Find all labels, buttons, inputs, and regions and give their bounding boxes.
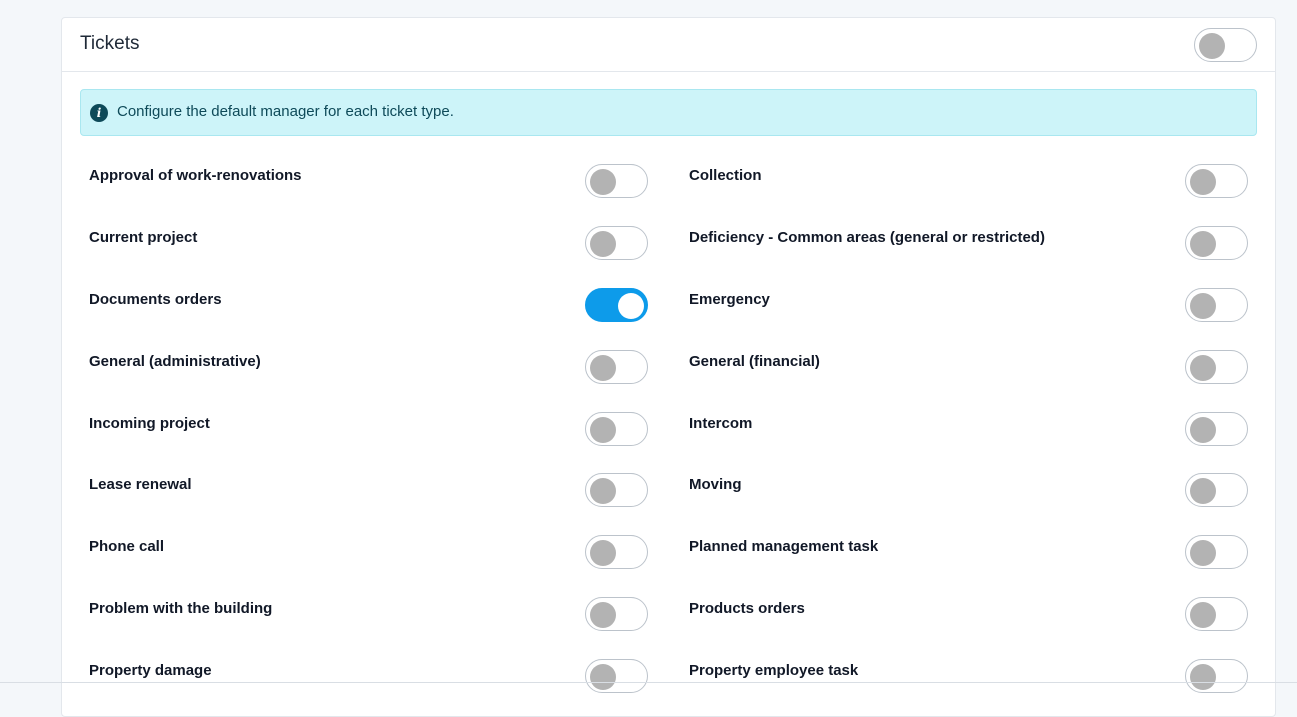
ticket-type-item: Deficiency - Common areas (general or re… bbox=[689, 210, 1289, 272]
ticket-type-item: Products orders bbox=[689, 581, 1289, 643]
ticket-type-row: Current project Deficiency - Common areas… bbox=[62, 210, 1275, 272]
ticket-type-label: Planned management task bbox=[689, 538, 879, 556]
ticket-type-label: Property employee task bbox=[689, 662, 859, 680]
ticket-type-toggle[interactable] bbox=[585, 659, 648, 694]
ticket-type-grid: Approval of work-renovations Collection Cu… bbox=[62, 148, 1275, 705]
toggle-knob bbox=[1190, 354, 1216, 381]
ticket-type-row: Lease renewal Moving bbox=[62, 457, 1275, 519]
ticket-type-label: Phone call bbox=[89, 538, 165, 556]
ticket-type-item: Property damage bbox=[89, 643, 689, 705]
toggle-knob bbox=[590, 169, 616, 195]
ticket-type-label: Incoming project bbox=[89, 414, 210, 432]
ticket-type-item: Planned management task bbox=[689, 519, 1289, 581]
alert-text: Configure the default manager for each t… bbox=[117, 103, 454, 120]
toggle-knob bbox=[618, 292, 644, 319]
ticket-type-label: Current project bbox=[89, 228, 198, 246]
ticket-type-toggle[interactable] bbox=[585, 411, 648, 446]
ticket-type-toggle[interactable] bbox=[1185, 287, 1248, 322]
ticket-type-toggle[interactable] bbox=[1185, 535, 1248, 570]
ticket-type-row: General (administrative) General (financi… bbox=[62, 334, 1275, 396]
ticket-type-label: Emergency bbox=[689, 290, 770, 308]
ticket-type-toggle[interactable] bbox=[585, 535, 648, 570]
ticket-type-toggle[interactable] bbox=[585, 349, 648, 384]
toggle-knob bbox=[590, 230, 616, 257]
ticket-type-item: Collection bbox=[689, 148, 1289, 210]
ticket-type-toggle[interactable] bbox=[1185, 225, 1248, 260]
toggle-knob bbox=[590, 602, 616, 629]
tickets-master-toggle[interactable] bbox=[1194, 28, 1257, 62]
card-title: Tickets bbox=[80, 33, 140, 54]
ticket-type-label: Property damage bbox=[89, 662, 212, 680]
ticket-type-item: Incoming project bbox=[89, 396, 689, 458]
ticket-type-item: General (financial) bbox=[689, 334, 1289, 396]
toggle-knob bbox=[590, 478, 616, 505]
toggle-knob bbox=[590, 416, 616, 443]
toggle-knob bbox=[1190, 169, 1216, 195]
page-divider bbox=[0, 682, 1297, 683]
tickets-card: Tickets i Configure the default manager … bbox=[61, 17, 1276, 717]
toggle-knob bbox=[1190, 230, 1216, 257]
toggle-knob bbox=[1190, 602, 1216, 629]
ticket-type-label: Deficiency - Common areas (general or re… bbox=[689, 228, 1045, 246]
ticket-type-label: Problem with the building bbox=[89, 600, 273, 618]
ticket-type-toggle[interactable] bbox=[585, 287, 648, 322]
ticket-type-item: Problem with the building bbox=[89, 581, 689, 643]
ticket-type-item: Documents orders bbox=[89, 272, 689, 334]
ticket-type-toggle[interactable] bbox=[1185, 659, 1248, 694]
toggle-knob bbox=[590, 354, 616, 381]
ticket-type-toggle[interactable] bbox=[585, 225, 648, 260]
ticket-type-label: Products orders bbox=[689, 600, 805, 618]
ticket-type-row: Problem with the building Products orders bbox=[62, 581, 1275, 643]
toggle-knob bbox=[1190, 416, 1216, 443]
toggle-knob bbox=[1199, 33, 1225, 59]
toggle-knob bbox=[1190, 664, 1216, 691]
ticket-type-toggle[interactable] bbox=[1185, 473, 1248, 508]
ticket-type-toggle[interactable] bbox=[1185, 349, 1248, 384]
toggle-knob bbox=[1190, 292, 1216, 319]
ticket-type-row: Documents orders Emergency bbox=[62, 272, 1275, 334]
ticket-type-item: General (administrative) bbox=[89, 334, 689, 396]
ticket-type-item: Current project bbox=[89, 210, 689, 272]
toggle-knob bbox=[1190, 478, 1216, 505]
ticket-type-toggle[interactable] bbox=[585, 164, 648, 198]
ticket-type-item: Emergency bbox=[689, 272, 1289, 334]
ticket-type-toggle[interactable] bbox=[1185, 597, 1248, 632]
ticket-type-toggle[interactable] bbox=[1185, 164, 1248, 198]
toggle-knob bbox=[1190, 540, 1216, 567]
ticket-type-label: Intercom bbox=[689, 414, 753, 432]
ticket-type-item: Phone call bbox=[89, 519, 689, 581]
ticket-type-item: Intercom bbox=[689, 396, 1289, 458]
toggle-knob bbox=[590, 540, 616, 567]
ticket-type-row: Property damage Property employee task bbox=[62, 643, 1275, 705]
ticket-type-item: Approval of work-renovations bbox=[89, 148, 689, 210]
ticket-type-item: Moving bbox=[689, 457, 1289, 519]
ticket-type-label: Documents orders bbox=[89, 290, 222, 308]
ticket-type-item: Lease renewal bbox=[89, 457, 689, 519]
ticket-type-item: Property employee task bbox=[689, 643, 1289, 705]
info-alert: i Configure the default manager for each… bbox=[80, 89, 1257, 136]
ticket-type-label: Moving bbox=[689, 476, 742, 494]
ticket-type-label: Collection bbox=[689, 167, 762, 184]
ticket-type-label: General (financial) bbox=[689, 352, 820, 370]
card-header: Tickets bbox=[62, 18, 1275, 72]
ticket-type-label: General (administrative) bbox=[89, 352, 261, 370]
info-icon: i bbox=[90, 104, 108, 122]
ticket-type-label: Lease renewal bbox=[89, 476, 192, 494]
toggle-knob bbox=[590, 664, 616, 691]
ticket-type-toggle[interactable] bbox=[1185, 411, 1248, 446]
ticket-type-toggle[interactable] bbox=[585, 597, 648, 632]
ticket-type-toggle[interactable] bbox=[585, 473, 648, 508]
ticket-type-label: Approval of work-renovations bbox=[89, 167, 302, 184]
ticket-type-row: Phone call Planned management task bbox=[62, 519, 1275, 581]
ticket-type-row: Incoming project Intercom bbox=[62, 396, 1275, 458]
ticket-type-row: Approval of work-renovations Collection bbox=[62, 148, 1275, 210]
